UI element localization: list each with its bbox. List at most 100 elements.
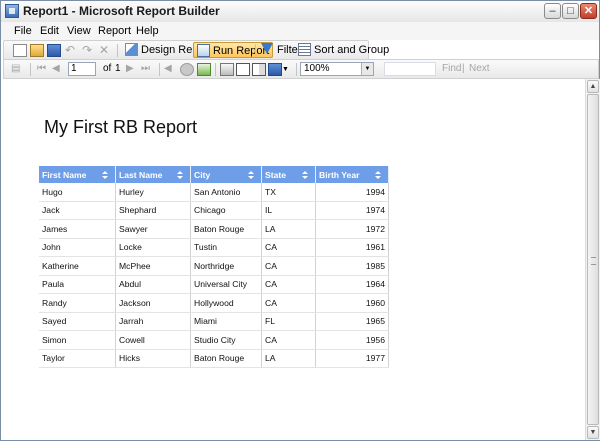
table-row: Jack Shephard Chicago IL 1974: [39, 201, 389, 220]
cell-first-name: Hugo: [39, 183, 116, 202]
print-icon[interactable]: [220, 63, 234, 76]
table-row: Taylor Hicks Baton Rouge LA 1977: [39, 349, 389, 368]
menu-bar: File Edit View Report Help: [1, 22, 599, 40]
chevron-down-icon[interactable]: ▼: [361, 63, 373, 75]
column-header-label: First Name: [42, 169, 87, 180]
last-page-icon[interactable]: ⏭: [141, 63, 155, 76]
cell-state: CA: [261, 330, 316, 350]
new-icon[interactable]: [13, 44, 27, 57]
design-icon: [125, 43, 138, 56]
cell-birth-year: 1974: [315, 201, 389, 220]
column-header-state[interactable]: State: [261, 166, 316, 183]
menu-report[interactable]: Report: [98, 25, 131, 37]
document-map-icon[interactable]: ▤: [11, 63, 25, 76]
column-header-last-name[interactable]: Last Name: [115, 166, 191, 183]
scroll-down-icon[interactable]: ▼: [587, 426, 599, 439]
cell-state: IL: [261, 201, 316, 220]
cell-first-name: Katherine: [39, 256, 116, 276]
cell-state: CA: [261, 275, 316, 294]
find-next-separator: |: [462, 63, 465, 74]
cell-first-name: Randy: [39, 293, 116, 313]
save-icon[interactable]: [47, 44, 61, 57]
maximize-button[interactable]: □: [562, 3, 579, 19]
table-row: Simon Cowell Studio City CA 1956: [39, 330, 389, 350]
vertical-scrollbar[interactable]: ▲ ▼: [585, 79, 600, 440]
cell-birth-year: 1956: [315, 330, 389, 350]
find-link[interactable]: Find: [442, 63, 461, 74]
report-viewer: My First RB Report First Name Last Name …: [2, 80, 584, 438]
page-setup-icon[interactable]: [252, 63, 266, 76]
navigation-toolbar: ▤ ⏮ ◀ 1 of 1 ▶ ⏭ ◀ ▼ 100% ▼ Find | Next: [3, 59, 599, 79]
column-header-label: City: [194, 169, 211, 180]
export-icon[interactable]: [268, 63, 282, 76]
cell-state: CA: [261, 293, 316, 313]
print-layout-icon[interactable]: [236, 63, 250, 76]
of-label: of: [103, 63, 112, 74]
column-header-first-name[interactable]: First Name: [39, 166, 116, 183]
column-header-city[interactable]: City: [190, 166, 262, 183]
column-header-label: State: [265, 169, 287, 180]
sort-and-group-button[interactable]: Sort and Group: [295, 42, 392, 58]
zoom-value: 100%: [304, 63, 330, 74]
menu-help[interactable]: Help: [136, 25, 159, 37]
cell-city: Miami: [190, 312, 262, 331]
cell-first-name: Simon: [39, 330, 116, 350]
cell-birth-year: 1972: [315, 219, 389, 239]
cell-first-name: James: [39, 219, 116, 239]
toolbar-separator: [296, 63, 297, 76]
cell-birth-year: 1985: [315, 256, 389, 276]
report-table: First Name Last Name City State Birth Ye…: [39, 166, 389, 368]
sort-icon[interactable]: [248, 171, 254, 179]
refresh-icon[interactable]: [197, 63, 211, 76]
next-link[interactable]: Next: [469, 63, 490, 74]
scrollbar-thumb[interactable]: [587, 94, 599, 425]
open-icon[interactable]: [30, 44, 44, 57]
cell-city: Baton Rouge: [190, 349, 262, 368]
window-title: Report1 - Microsoft Report Builder: [23, 4, 220, 18]
report-title: My First RB Report: [44, 117, 198, 137]
find-input[interactable]: [384, 62, 436, 76]
cell-first-name: Jack: [39, 201, 116, 220]
next-page-icon[interactable]: ▶: [126, 63, 140, 76]
back-icon[interactable]: ◀: [164, 63, 178, 76]
redo-icon[interactable]: ↷: [82, 44, 96, 57]
column-header-birth-year[interactable]: Birth Year: [315, 166, 389, 183]
cell-last-name: Jackson: [115, 293, 191, 313]
column-header-label: Birth Year: [319, 169, 360, 180]
sort-icon[interactable]: [177, 171, 183, 179]
table-row: John Locke Tustin CA 1961: [39, 238, 389, 257]
page-number-input[interactable]: 1: [68, 62, 96, 76]
sort-icon[interactable]: [102, 171, 108, 179]
sort-icon[interactable]: [375, 171, 381, 179]
standard-toolbar: ↶ ↷ ✕ Design Report Run Report Filter So…: [3, 40, 389, 60]
export-dropdown-icon[interactable]: ▼: [282, 63, 296, 76]
cell-state: TX: [261, 183, 316, 202]
cell-birth-year: 1994: [315, 183, 389, 202]
menu-file[interactable]: File: [14, 25, 32, 37]
cell-last-name: Abdul: [115, 275, 191, 294]
stop-icon[interactable]: [180, 63, 194, 76]
cell-last-name: Shephard: [115, 201, 191, 220]
cell-city: Northridge: [190, 256, 262, 276]
sort-icon[interactable]: [302, 171, 308, 179]
toolbar-separator: [215, 63, 216, 76]
menu-view[interactable]: View: [67, 25, 91, 37]
cell-last-name: Locke: [115, 238, 191, 257]
sort-group-icon: [298, 43, 311, 56]
cell-last-name: Sawyer: [115, 219, 191, 239]
cell-state: CA: [261, 238, 316, 257]
close-button[interactable]: ✕: [580, 3, 597, 19]
zoom-select[interactable]: 100% ▼: [300, 62, 374, 76]
first-page-icon[interactable]: ⏮: [37, 63, 51, 76]
report-builder-app-icon: [5, 4, 19, 18]
delete-icon[interactable]: ✕: [99, 44, 113, 57]
cell-first-name: John: [39, 238, 116, 257]
column-header-label: Last Name: [119, 169, 163, 180]
scroll-up-icon[interactable]: ▲: [587, 80, 599, 93]
previous-page-icon[interactable]: ◀: [52, 63, 66, 76]
menu-edit[interactable]: Edit: [40, 25, 59, 37]
table-header-row: First Name Last Name City State Birth Ye…: [39, 166, 389, 183]
undo-icon[interactable]: ↶: [65, 44, 79, 57]
minimize-button[interactable]: –: [544, 3, 561, 19]
title-bar: Report1 - Microsoft Report Builder – □ ✕: [1, 1, 599, 23]
